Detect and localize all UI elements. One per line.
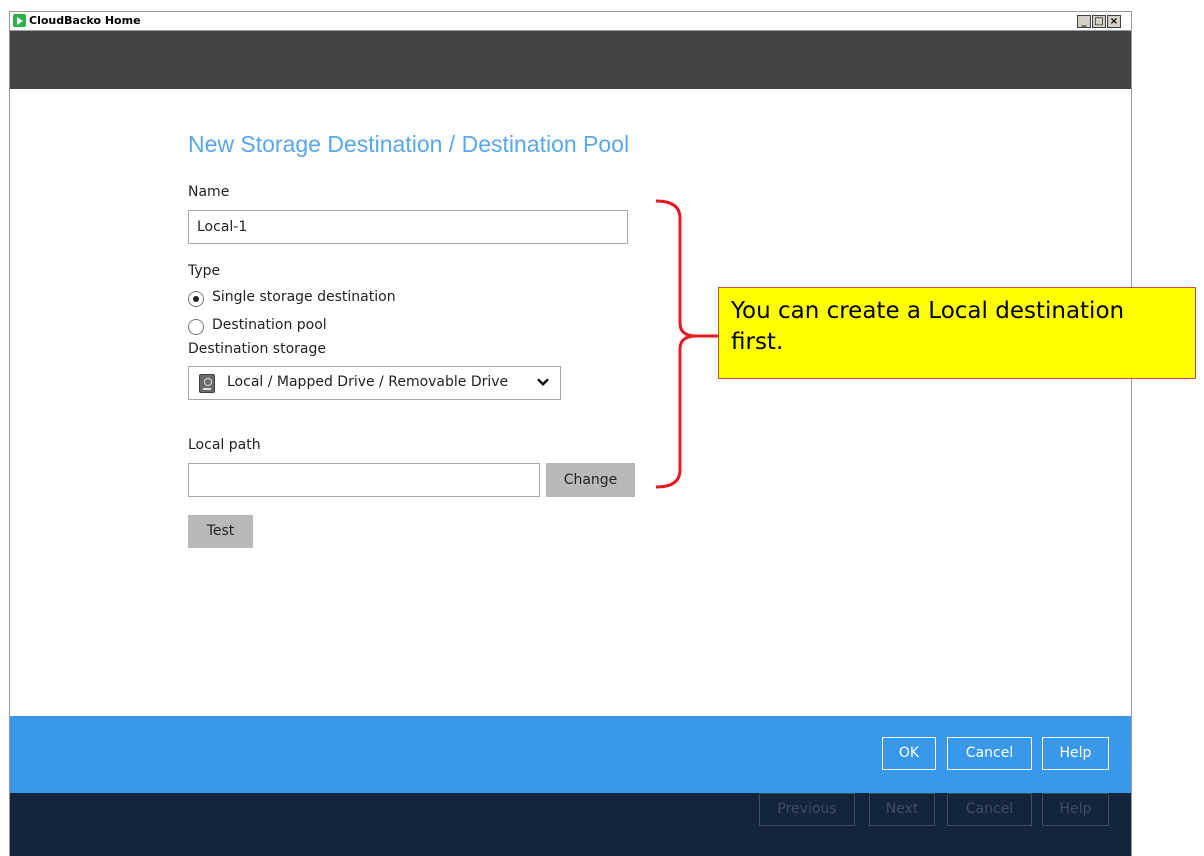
close-button[interactable]: ×	[1107, 15, 1121, 28]
page-title: New Storage Destination / Destination Po…	[188, 131, 630, 157]
drive-icon	[199, 374, 215, 393]
name-input[interactable]: Local-1	[188, 210, 628, 244]
name-label: Name	[188, 184, 230, 200]
destination-storage-select[interactable]: Local / Mapped Drive / Removable Drive	[188, 366, 561, 400]
maximize-button[interactable]: □	[1092, 15, 1106, 28]
radio-label-single: Single storage destination	[212, 289, 396, 305]
header-band	[10, 31, 1131, 89]
annotation-bracket	[655, 199, 718, 489]
chevron-down-icon[interactable]	[535, 375, 551, 391]
cancel-button[interactable]: Cancel	[947, 737, 1032, 770]
wizard-cancel-button: Cancel	[947, 793, 1032, 826]
test-button[interactable]: Test	[188, 515, 253, 548]
local-path-label: Local path	[188, 437, 261, 453]
type-label: Type	[188, 263, 221, 279]
window-title: CloudBacko Home	[29, 14, 141, 27]
radio-label-pool: Destination pool	[212, 317, 327, 333]
change-button[interactable]: Change	[546, 463, 635, 497]
dialog-footer: OK Cancel Help	[10, 716, 1131, 793]
cloudbacko-app-icon	[13, 14, 26, 27]
title-bar: CloudBacko Home _ □ ×	[10, 12, 1131, 31]
wizard-help-button: Help	[1042, 793, 1109, 826]
next-button: Next	[869, 793, 935, 826]
main-content: New Storage Destination / Destination Po…	[10, 89, 1131, 716]
help-button[interactable]: Help	[1042, 737, 1109, 770]
destination-storage-value: Local / Mapped Drive / Removable Drive	[227, 374, 509, 390]
destination-storage-label: Destination storage	[188, 341, 326, 357]
radio-button-unselected[interactable]	[188, 319, 204, 335]
radio-button-selected[interactable]	[188, 291, 204, 307]
app-window: CloudBacko Home _ □ × New Storage Destin…	[9, 11, 1132, 856]
minimize-button[interactable]: _	[1077, 15, 1091, 28]
ok-button[interactable]: OK	[882, 737, 936, 770]
wizard-footer: Previous Next Cancel Help	[10, 793, 1131, 856]
annotation-callout: You can create a Local destination first…	[718, 287, 1196, 379]
previous-button: Previous	[759, 793, 855, 826]
local-path-input[interactable]	[188, 463, 540, 497]
